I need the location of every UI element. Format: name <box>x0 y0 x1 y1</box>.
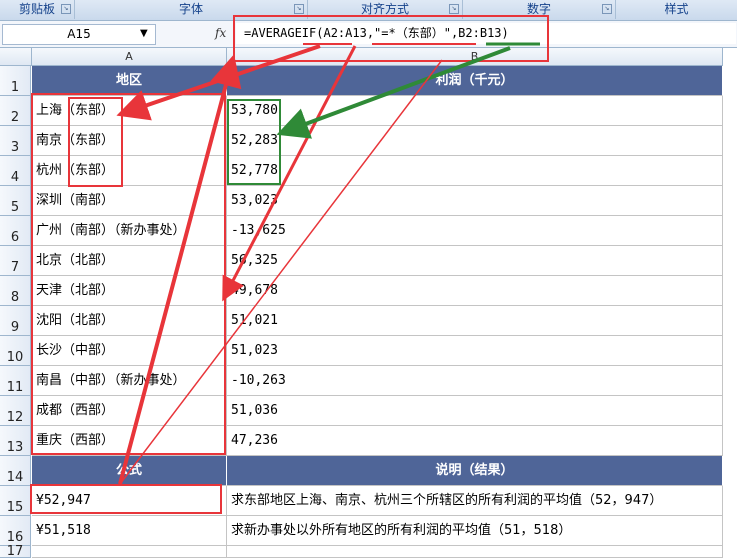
name-box[interactable]: A15 <box>2 24 156 45</box>
region-cell[interactable]: 成都（西部） <box>32 396 227 426</box>
header-cell-region[interactable]: 地区 <box>32 66 227 96</box>
ribbon-group-styles[interactable]: 样式 <box>616 0 737 19</box>
dialog-launcher-icon[interactable]: ↘ <box>294 4 304 14</box>
ribbon-group-label: 剪贴板 <box>18 2 55 16</box>
ribbon-group-label: 字体 <box>178 2 203 16</box>
row-header[interactable]: 11 <box>0 366 31 396</box>
region-cell[interactable]: 南京（东部） <box>32 126 227 156</box>
row-header[interactable]: 9 <box>0 306 31 336</box>
formula-description-cell[interactable]: 求东部地区上海、南京、杭州三个所辖区的所有利润的平均值（52，947） <box>227 486 723 516</box>
ribbon-group-label: 样式 <box>664 2 689 16</box>
formula-result-cell[interactable]: ¥52,947 <box>32 486 227 516</box>
header-cell-formula[interactable]: 公式 <box>32 456 227 486</box>
row-header[interactable]: 13 <box>0 426 31 456</box>
row-header[interactable]: 10 <box>0 336 31 366</box>
row-header[interactable]: 14 <box>0 456 31 486</box>
row-header[interactable]: 4 <box>0 156 31 186</box>
profit-cell[interactable]: 52,283 <box>227 126 723 156</box>
ribbon-group-clipboard[interactable]: 剪贴板 ↘ <box>0 0 75 19</box>
row-header[interactable]: 2 <box>0 96 31 126</box>
region-cell[interactable]: 杭州（东部） <box>32 156 227 186</box>
formula-input[interactable]: =AVERAGEIF(A2:A13,"=*（东部）",B2:B13) <box>236 23 736 44</box>
empty-cell[interactable] <box>227 546 723 558</box>
row-header[interactable]: 5 <box>0 186 31 216</box>
region-cell[interactable]: 上海（东部） <box>32 96 227 126</box>
profit-cell[interactable]: 52,778 <box>227 156 723 186</box>
profit-cell[interactable]: 47,236 <box>227 426 723 456</box>
header-cell-description[interactable]: 说明（结果） <box>227 456 723 486</box>
ribbon-group-alignment[interactable]: 对齐方式 ↘ <box>308 0 463 19</box>
formula-result-cell[interactable]: ¥51,518 <box>32 516 227 546</box>
profit-cell[interactable]: 51,023 <box>227 336 723 366</box>
region-cell[interactable]: 南昌（中部）（新办事处） <box>32 366 227 396</box>
profit-cell[interactable]: -10,263 <box>227 366 723 396</box>
row-header[interactable]: 12 <box>0 396 31 426</box>
formula-bar: A15 ▼ fx =AVERAGEIF(A2:A13,"=*（东部）",B2:B… <box>0 21 737 48</box>
profit-cell[interactable]: 53,023 <box>227 186 723 216</box>
region-cell[interactable]: 长沙（中部） <box>32 336 227 366</box>
ribbon-group-label: 数字 <box>526 2 551 16</box>
column-header-a[interactable]: A <box>32 48 227 66</box>
ribbon-group-label: 对齐方式 <box>360 2 409 16</box>
insert-function-icon[interactable]: fx <box>215 24 226 43</box>
dialog-launcher-icon[interactable]: ↘ <box>449 4 459 14</box>
column-header-b[interactable]: B <box>227 48 723 66</box>
region-cell[interactable]: 重庆（西部） <box>32 426 227 456</box>
row-header[interactable]: 7 <box>0 246 31 276</box>
row-header[interactable]: 15 <box>0 486 31 516</box>
region-cell[interactable]: 天津（北部） <box>32 276 227 306</box>
formula-description-cell[interactable]: 求新办事处以外所有地区的所有利润的平均值（51，518） <box>227 516 723 546</box>
region-cell[interactable]: 广州（南部）（新办事处） <box>32 216 227 246</box>
row-header[interactable]: 8 <box>0 276 31 306</box>
profit-cell[interactable]: 51,036 <box>227 396 723 426</box>
profit-cell[interactable]: 51,021 <box>227 306 723 336</box>
empty-cell[interactable] <box>32 546 227 558</box>
select-all-corner[interactable] <box>0 48 32 66</box>
region-cell[interactable]: 北京（北部） <box>32 246 227 276</box>
profit-cell[interactable]: 56,325 <box>227 246 723 276</box>
ribbon-group-font[interactable]: 字体 ↘ <box>75 0 308 19</box>
row-header[interactable]: 16 <box>0 516 31 546</box>
header-cell-profit[interactable]: 利润（千元） <box>227 66 723 96</box>
region-cell[interactable]: 深圳（南部） <box>32 186 227 216</box>
row-header[interactable]: 17 <box>0 545 31 558</box>
chevron-down-icon[interactable]: ▼ <box>140 24 148 43</box>
ribbon-group-number[interactable]: 数字 ↘ <box>463 0 616 19</box>
region-cell[interactable]: 沈阳（北部） <box>32 306 227 336</box>
dialog-launcher-icon[interactable]: ↘ <box>602 4 612 14</box>
row-header[interactable]: 1 <box>0 66 31 96</box>
dialog-launcher-icon[interactable]: ↘ <box>61 4 71 14</box>
ribbon: 剪贴板 ↘ 字体 ↘ 对齐方式 ↘ 数字 ↘ 样式 <box>0 0 737 21</box>
row-header[interactable]: 6 <box>0 216 31 246</box>
profit-cell[interactable]: 53,780 <box>227 96 723 126</box>
profit-cell[interactable]: 49,678 <box>227 276 723 306</box>
row-header[interactable]: 3 <box>0 126 31 156</box>
profit-cell[interactable]: -13,625 <box>227 216 723 246</box>
